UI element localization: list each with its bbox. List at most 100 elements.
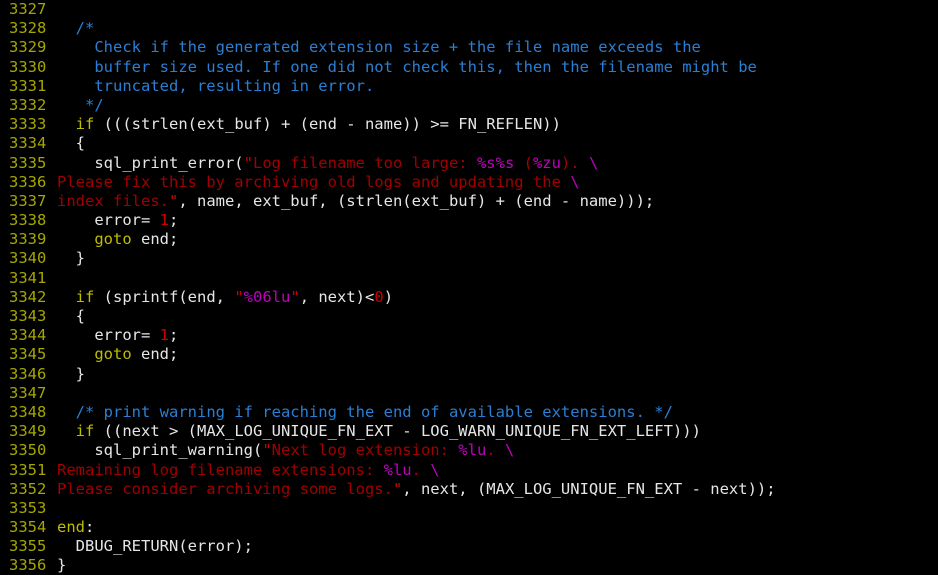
line-number: 3351 xyxy=(9,460,47,479)
code-token-plain: sql_print_warning( xyxy=(57,441,263,460)
code-token-plain: , next)< xyxy=(299,287,375,306)
code-line[interactable]: 3327 xyxy=(0,0,938,19)
code-line[interactable]: 3332 */ xyxy=(0,96,938,115)
code-line[interactable]: 3331 truncated, resulting in error. xyxy=(0,77,938,96)
code-token-comment: /* xyxy=(75,19,95,38)
code-token-plain: error= xyxy=(57,211,160,230)
code-line[interactable]: 3340 } xyxy=(0,249,938,268)
code-token-string: Remaining log filename extensions: xyxy=(57,460,384,479)
code-token-number: 0 xyxy=(374,287,384,306)
code-token-comment: /* print warning if reaching the end of … xyxy=(75,402,673,421)
code-line[interactable]: 3336 Please fix this by archiving old log… xyxy=(0,173,938,192)
code-line[interactable]: 3354 end: xyxy=(0,518,938,537)
code-line[interactable]: 3353 xyxy=(0,499,938,518)
code-token-plain: ; xyxy=(169,326,179,345)
code-line[interactable]: 3352 Please consider archiving some logs.… xyxy=(0,480,938,499)
line-number: 3342 xyxy=(9,287,47,306)
line-number: 3353 xyxy=(9,498,47,517)
code-token-plain: } xyxy=(57,249,85,268)
line-number: 3340 xyxy=(9,249,47,268)
code-line[interactable]: 3330 buffer size used. If one did not ch… xyxy=(0,58,938,77)
code-line[interactable]: 3337 index files.", name, ext_buf, (strle… xyxy=(0,192,938,211)
line-number: 3356 xyxy=(9,556,47,575)
code-token-comment: Check if the generated extension size + … xyxy=(57,38,701,57)
code-line[interactable]: 3356} xyxy=(0,556,938,575)
line-number: 3332 xyxy=(9,95,47,114)
code-line-content: goto end; xyxy=(57,345,178,363)
line-number: 3338 xyxy=(9,211,47,230)
code-line-content: if (((strlen(ext_buf) + (end - name)) >=… xyxy=(57,115,561,133)
code-token-quote: " xyxy=(290,287,300,306)
code-token-keyword: if xyxy=(75,422,95,441)
code-token-string: Please consider archiving some logs. xyxy=(57,479,393,498)
code-line-content: Please fix this by archiving old logs an… xyxy=(57,173,580,191)
line-number: 3346 xyxy=(9,364,47,383)
code-line[interactable]: 3344 error= 1; xyxy=(0,326,938,345)
code-line[interactable]: 3345 goto end; xyxy=(0,345,938,364)
code-line-content: /* xyxy=(57,19,95,38)
line-number: 3352 xyxy=(9,479,47,498)
code-line[interactable]: 3343 { xyxy=(0,307,938,326)
line-number: 3337 xyxy=(9,191,47,210)
code-line[interactable]: 3339 goto end; xyxy=(0,230,938,249)
code-token-string: index files. xyxy=(57,191,169,210)
code-token-format: \ xyxy=(588,153,599,172)
code-line[interactable]: 3348 /* print warning if reaching the en… xyxy=(0,403,938,422)
code-line-content: Please consider archiving some logs.", n… xyxy=(57,480,776,498)
code-token-quote: " xyxy=(234,287,244,306)
line-number: 3345 xyxy=(9,345,47,364)
line-number: 3339 xyxy=(9,230,47,249)
code-line-content: { xyxy=(57,307,85,325)
code-line-content: end: xyxy=(57,518,94,536)
code-line[interactable]: 3328 /* xyxy=(0,19,938,38)
line-number: 3335 xyxy=(9,153,47,172)
code-line-content: truncated, resulting in error. xyxy=(57,77,374,95)
code-line[interactable]: 3346 } xyxy=(0,365,938,384)
code-token-plain: , name, ext_buf, (strlen(ext_buf) + (end… xyxy=(178,191,655,210)
code-line[interactable]: 3342 if (sprintf(end, "%06lu", next)<0) xyxy=(0,288,938,307)
code-line-content: Remaining log filename extensions: %lu. … xyxy=(57,461,440,479)
code-token-plain: } xyxy=(57,364,85,383)
code-token-plain: end; xyxy=(131,230,179,249)
code-token-plain: DBUG_RETURN(error); xyxy=(57,537,253,556)
code-line[interactable]: 3347 xyxy=(0,384,938,403)
code-line[interactable]: 3351 Remaining log filename extensions: %… xyxy=(0,461,938,480)
code-line[interactable]: 3349 if ((next > (MAX_LOG_UNIQUE_FN_EXT … xyxy=(0,422,938,441)
code-line[interactable]: 3335 sql_print_error("Log filename too l… xyxy=(0,154,938,173)
code-token-plain: (((strlen(ext_buf) + (end - name)) >= FN… xyxy=(94,115,561,134)
code-token-string: . xyxy=(486,441,505,460)
code-line[interactable]: 3341 xyxy=(0,269,938,288)
code-token-keyword: if xyxy=(75,115,95,134)
code-line-content: { xyxy=(57,134,85,152)
code-token-plain: ((next > (MAX_LOG_UNIQUE_FN_EXT - LOG_WA… xyxy=(94,422,701,441)
code-token-plain: ) xyxy=(383,287,394,306)
line-number: 3327 xyxy=(9,0,47,18)
code-token-plain: (sprintf(end, xyxy=(94,287,235,306)
line-number: 3330 xyxy=(9,57,47,76)
code-token-quote: " xyxy=(243,153,253,172)
code-line[interactable]: 3334 { xyxy=(0,134,938,153)
code-line[interactable]: 3333 if (((strlen(ext_buf) + (end - name… xyxy=(0,115,938,134)
code-token-format: \ xyxy=(504,441,515,460)
code-token-plain: error= xyxy=(57,326,160,345)
code-token-string: Please fix this by archiving old logs an… xyxy=(57,172,571,191)
code-line[interactable]: 3350 sql_print_warning("Next log extensi… xyxy=(0,441,938,460)
code-token-number: 1 xyxy=(159,326,169,345)
code-line-content: error= 1; xyxy=(57,326,178,344)
code-token-quote: " xyxy=(392,479,403,498)
code-line-content: goto end; xyxy=(57,230,178,248)
code-token-keyword: goto xyxy=(94,230,132,249)
code-token-plain: sql_print_error( xyxy=(57,153,244,172)
code-line[interactable]: 3355 DBUG_RETURN(error); xyxy=(0,537,938,556)
code-token-quote: " xyxy=(262,441,272,460)
terminal-code-view[interactable]: 3327 3328 /* 3329 Check if the generated e… xyxy=(0,0,938,575)
code-line[interactable]: 3338 error= 1; xyxy=(0,211,938,230)
line-number: 3350 xyxy=(9,441,47,460)
code-line-content: sql_print_warning("Next log extension: %… xyxy=(57,441,514,459)
code-line[interactable]: 3329 Check if the generated extension si… xyxy=(0,38,938,57)
